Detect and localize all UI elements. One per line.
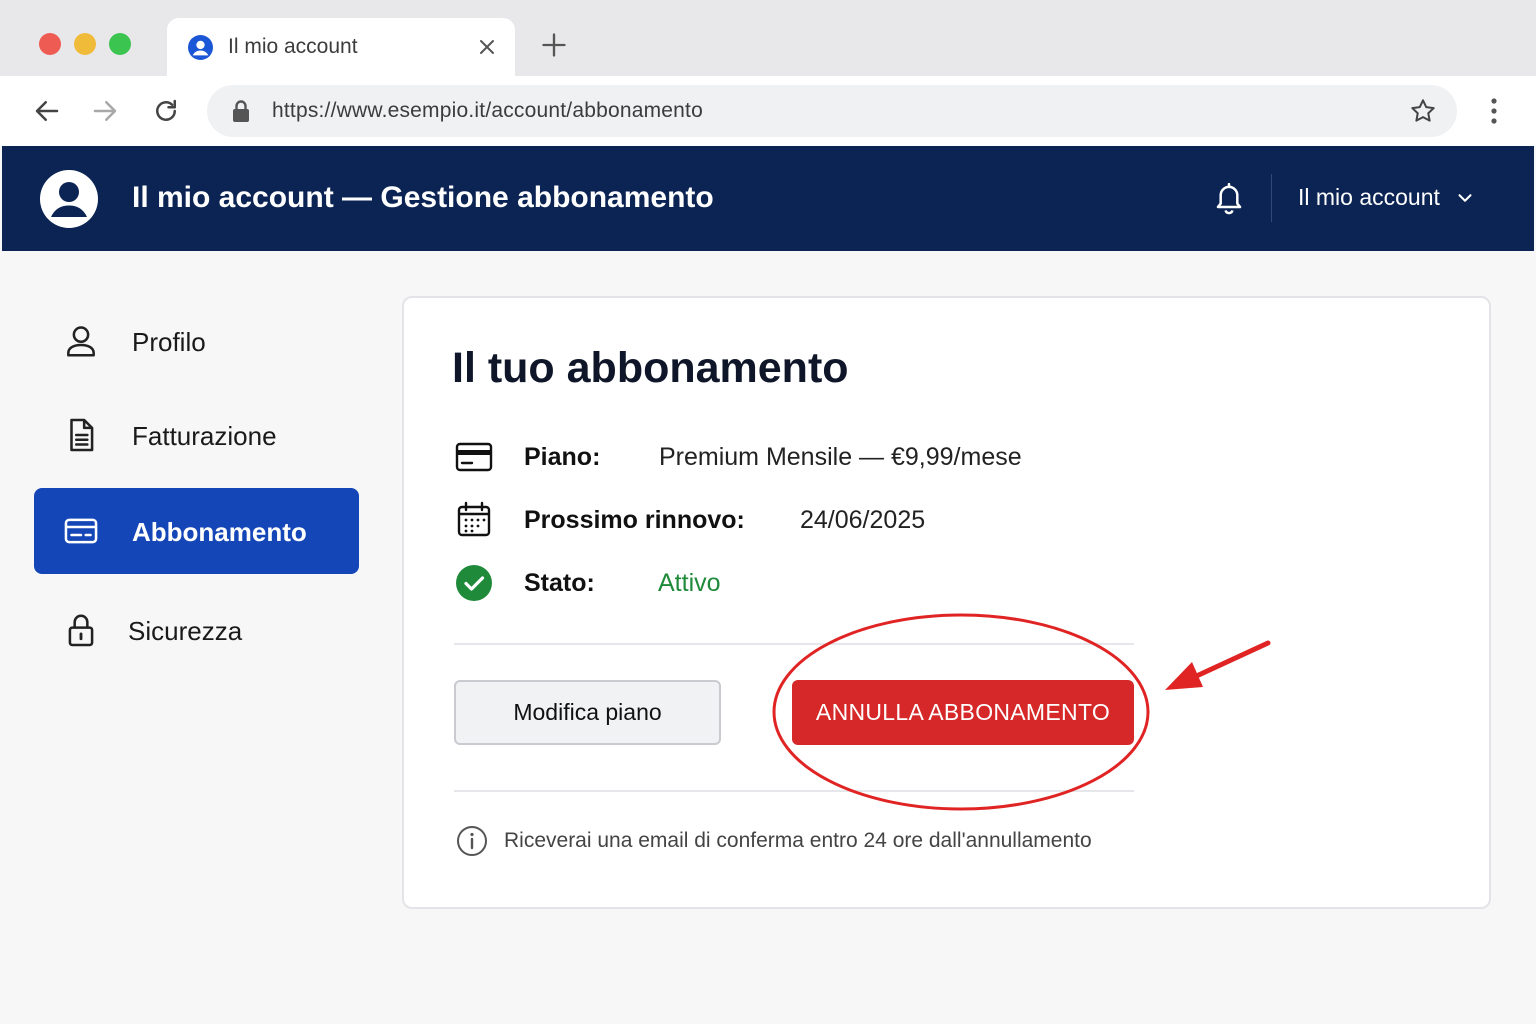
header-divider xyxy=(1271,174,1272,222)
lock-icon xyxy=(233,100,249,122)
card-icon xyxy=(64,518,98,544)
new-tab-icon[interactable] xyxy=(540,31,568,59)
close-icon[interactable] xyxy=(475,35,499,59)
page-title: Il mio account — Gestione abbonamento xyxy=(132,181,714,214)
sidebar-item-abbonamento[interactable]: Abbonamento xyxy=(34,488,359,574)
chevron-down-icon xyxy=(1458,193,1472,202)
sidebar-item-profilo[interactable]: Profilo xyxy=(34,298,359,384)
sidebar-item-fatturazione[interactable]: Fatturazione xyxy=(34,392,359,478)
check-circle-icon xyxy=(456,565,492,601)
divider xyxy=(454,790,1134,792)
bell-icon[interactable] xyxy=(1212,180,1246,216)
forward-arrow-icon[interactable] xyxy=(90,96,120,126)
status-label: Stato: xyxy=(524,569,595,597)
browser-menu-icon[interactable] xyxy=(1482,96,1506,126)
sidebar-item-label: Abbonamento xyxy=(132,517,307,547)
tab-strip: Il mio account xyxy=(0,0,1536,76)
account-menu-label: Il mio account xyxy=(1298,184,1440,210)
bookmark-star-icon[interactable] xyxy=(1409,97,1437,125)
cancel-subscription-button[interactable]: ANNULLA ABBONAMENTO xyxy=(792,680,1134,745)
tab-title: Il mio account xyxy=(228,35,358,58)
divider xyxy=(454,643,1134,645)
browser-toolbar: https://www.esempio.it/account/abbonamen… xyxy=(0,76,1536,146)
subscription-card: Il tuo abbonamento Piano: Premium Mensil… xyxy=(402,296,1491,909)
renewal-label: Prossimo rinnovo: xyxy=(524,506,745,534)
modify-plan-button[interactable]: Modifica piano xyxy=(454,680,721,745)
window-close-button[interactable] xyxy=(39,33,61,55)
url-text: https://www.esempio.it/account/abbonamen… xyxy=(272,99,703,122)
info-text: Riceverai una email di conferma entro 24… xyxy=(504,829,1092,852)
back-arrow-icon[interactable] xyxy=(32,96,62,126)
app-header: Il mio account — Gestione abbonamento Il… xyxy=(2,146,1534,251)
plan-value: Premium Mensile — €9,99/mese xyxy=(659,443,1022,471)
window-maximize-button[interactable] xyxy=(109,33,131,55)
status-badge: Attivo xyxy=(658,569,721,597)
lock-icon xyxy=(68,614,94,647)
avatar-icon[interactable] xyxy=(40,170,98,228)
reload-icon[interactable] xyxy=(151,96,181,126)
browser-window: Il mio account https://www.esempio.it/ac… xyxy=(0,0,1536,1024)
account-menu-button[interactable]: Il mio account xyxy=(1298,184,1476,211)
sidebar-item-label: Fatturazione xyxy=(132,421,277,451)
sidebar-item-sicurezza[interactable]: Sicurezza xyxy=(34,587,359,673)
card-title: Il tuo abbonamento xyxy=(452,344,849,392)
user-icon xyxy=(67,326,95,357)
browser-tab[interactable]: Il mio account xyxy=(167,18,515,76)
account-icon xyxy=(188,35,213,60)
sidebar-item-label: Profilo xyxy=(132,327,206,357)
sidebar: Profilo Fatturazione Abbonamento Sicurez… xyxy=(0,251,380,1024)
document-icon xyxy=(70,418,94,452)
window-minimize-button[interactable] xyxy=(74,33,96,55)
info-icon xyxy=(457,826,487,856)
plan-label: Piano: xyxy=(524,443,601,471)
calendar-icon xyxy=(457,501,491,537)
credit-card-icon xyxy=(455,442,493,472)
renewal-value: 24/06/2025 xyxy=(800,506,926,534)
address-bar[interactable]: https://www.esempio.it/account/abbonamen… xyxy=(207,85,1457,137)
sidebar-item-label: Sicurezza xyxy=(128,616,243,646)
